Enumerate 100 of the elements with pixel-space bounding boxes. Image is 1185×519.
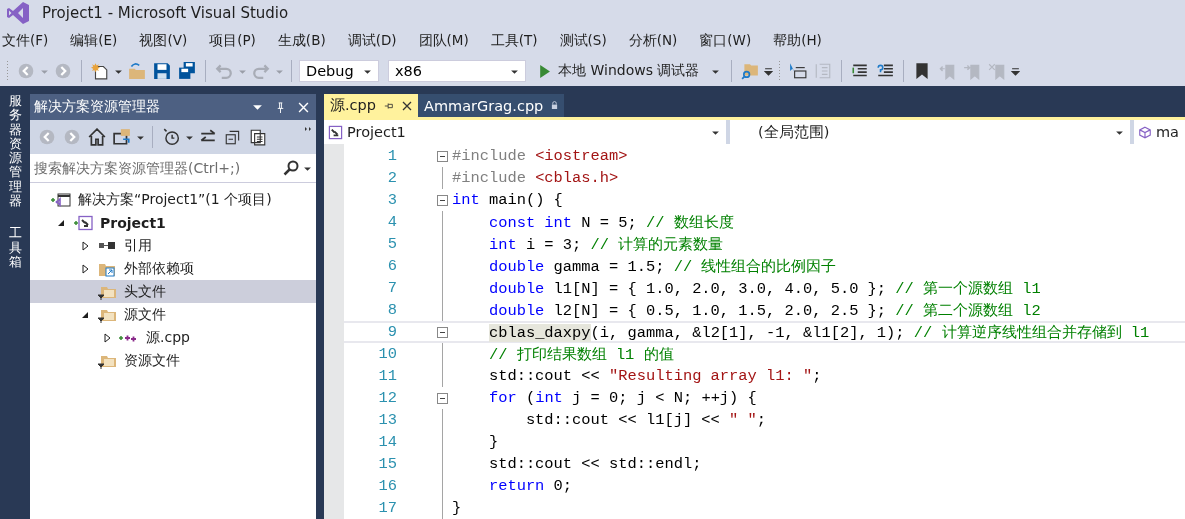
new-project-icon[interactable] <box>91 62 109 80</box>
file-tab[interactable]: AmmarGrag.cpp <box>418 94 565 117</box>
search-field[interactable]: 搜索解决方案资源管理器(Ctrl+;) <box>30 154 316 183</box>
tree-item[interactable]: 头文件 <box>30 280 316 303</box>
line-number: 6 <box>386 257 397 275</box>
code-line: // 打印结果数组 l1 的值 <box>487 344 674 365</box>
configuration-dropdown[interactable]: Debug <box>299 60 379 82</box>
tab-label: 源.cpp <box>330 96 376 115</box>
lock-icon <box>551 101 559 110</box>
side-tab[interactable]: 服务器资源管理器 <box>8 94 22 209</box>
menu-item[interactable]: 工具(T) <box>488 32 550 50</box>
menu-item[interactable]: 编辑(E) <box>68 32 130 50</box>
code-line: double gamma = 1.5; // 线性组合的比例因子 <box>487 256 837 277</box>
menu-item[interactable]: 视图(V) <box>137 32 200 50</box>
overflow-icon[interactable] <box>1011 66 1021 76</box>
code-line: double l2[N] = { 0.5, 1.0, 1.5, 2.0, 2.5 }; // 第二个源数组 l2 <box>487 300 1041 321</box>
copy-pages-icon[interactable] <box>249 128 267 146</box>
code-line: } <box>487 433 499 451</box>
overflow-icon[interactable] <box>764 66 774 76</box>
toolbar-grip-icon <box>6 60 10 82</box>
code-line: int main() { <box>452 191 563 209</box>
step-pointer-icon[interactable] <box>789 62 808 80</box>
collapsed-arrow-icon[interactable] <box>80 240 90 251</box>
solution-icon <box>50 191 72 208</box>
sync-folder-icon[interactable] <box>113 128 131 146</box>
code-line: std::cout << std::endl; <box>487 455 702 473</box>
code-line: cblas_daxpy(i, gamma, &l2[1], -1, &l1[2], 1); // 计算逆序线性组合并存储到 l1 <box>487 322 1150 343</box>
line-number: 9 <box>386 323 397 341</box>
tree-item[interactable]: 源.cpp <box>30 326 316 349</box>
project-icon <box>72 214 94 231</box>
menu-item[interactable]: 调试(D) <box>345 32 409 50</box>
panel-title: 解决方案资源管理器 <box>34 98 161 116</box>
member-dropdown[interactable]: ma <box>1134 120 1185 144</box>
overflow-icon[interactable] <box>304 126 312 132</box>
line-number: 3 <box>386 191 397 209</box>
collapse-icon[interactable] <box>437 326 448 338</box>
code-line: return 0; <box>487 477 573 495</box>
cube-icon <box>1138 124 1152 140</box>
code-line: #include <cblas.h> <box>452 169 619 187</box>
close-icon[interactable] <box>402 100 412 111</box>
line-number: 16 <box>377 477 397 495</box>
save-icon[interactable] <box>153 62 171 80</box>
play-icon <box>539 64 550 78</box>
home-icon[interactable] <box>88 128 106 146</box>
code-line: std::cout << "Resulting array l1: "; <box>487 367 822 385</box>
scope-dropdown[interactable]: (全局范围) <box>730 120 1130 144</box>
line-number: 14 <box>377 433 397 451</box>
menu-item[interactable]: 生成(B) <box>275 32 338 50</box>
collapse-icon[interactable] <box>437 194 448 206</box>
save-all-icon[interactable] <box>178 62 196 80</box>
collapse-icon[interactable] <box>437 150 448 162</box>
collapsed-arrow-icon[interactable] <box>102 332 112 343</box>
menu-item[interactable]: 分析(N) <box>626 32 690 50</box>
line-number: 2 <box>386 169 397 187</box>
project-icon <box>328 124 343 140</box>
open-folder-icon[interactable] <box>128 62 146 80</box>
menu-item[interactable]: 文件(F) <box>0 32 61 50</box>
history-icon[interactable] <box>162 128 180 146</box>
side-tab[interactable]: 工具箱 <box>8 226 22 270</box>
code-line: double l1[N] = { 1.0, 2.0, 3.0, 4.0, 5.0 }; // 第一个源数组 l1 <box>487 278 1041 299</box>
menu-item[interactable]: 团队(M) <box>416 32 481 50</box>
start-debugging-button[interactable]: 本地 Windows 调试器 <box>535 62 725 80</box>
tree-item[interactable]: 资源文件 <box>30 349 316 372</box>
line-number: 1 <box>386 147 397 165</box>
search-icon[interactable] <box>283 160 299 176</box>
tab-label: AmmarGrag.cpp <box>424 97 544 114</box>
tree-item[interactable]: 源文件 <box>30 303 316 326</box>
code-line: for (int j = 0; j < N; ++j) { <box>487 389 757 407</box>
code-line: std::cout << l1[j] << " "; <box>524 411 767 429</box>
line-number: 10 <box>377 345 397 363</box>
visual-studio-logo-icon <box>6 1 30 25</box>
code-line: } <box>452 499 462 517</box>
code-line: int i = 3; // 计算的元素数量 <box>487 234 724 255</box>
tree-item[interactable]: 引用 <box>30 234 316 257</box>
code-line: #include <iostream> <box>452 147 628 165</box>
line-number: 8 <box>386 301 397 319</box>
platform-dropdown[interactable]: x86 <box>388 60 526 82</box>
menu-item[interactable]: 窗口(W) <box>697 32 764 50</box>
line-number: 4 <box>386 213 397 231</box>
line-number: 15 <box>377 455 397 473</box>
menu-item[interactable]: 测试(S) <box>557 32 619 50</box>
window-title: Project1 - Microsoft Visual Studio <box>42 4 289 22</box>
collapsed-arrow-icon[interactable] <box>80 263 90 274</box>
line-number: 11 <box>377 367 397 385</box>
pin-icon[interactable] <box>275 101 286 113</box>
tree-item[interactable]: Project1 <box>30 211 316 234</box>
collapse-icon[interactable] <box>437 392 448 404</box>
code-line: const int N = 5; // 数组长度 <box>487 212 734 233</box>
line-number: 7 <box>386 279 397 297</box>
tree-item[interactable]: 外部依赖项 <box>30 257 316 280</box>
line-number: 17 <box>377 499 397 517</box>
line-number: 5 <box>386 235 397 253</box>
tree-item[interactable]: 解决方案“Project1”(1 个项目) <box>30 188 316 211</box>
menu-item[interactable]: 帮助(H) <box>771 32 834 50</box>
line-number: 12 <box>377 389 397 407</box>
collapse-all-icon[interactable] <box>224 128 242 146</box>
line-number: 13 <box>377 411 397 429</box>
project-dropdown[interactable]: Project1 <box>324 120 726 144</box>
file-tab[interactable]: 源.cpp <box>324 94 418 117</box>
menu-item[interactable]: 项目(P) <box>207 32 268 50</box>
